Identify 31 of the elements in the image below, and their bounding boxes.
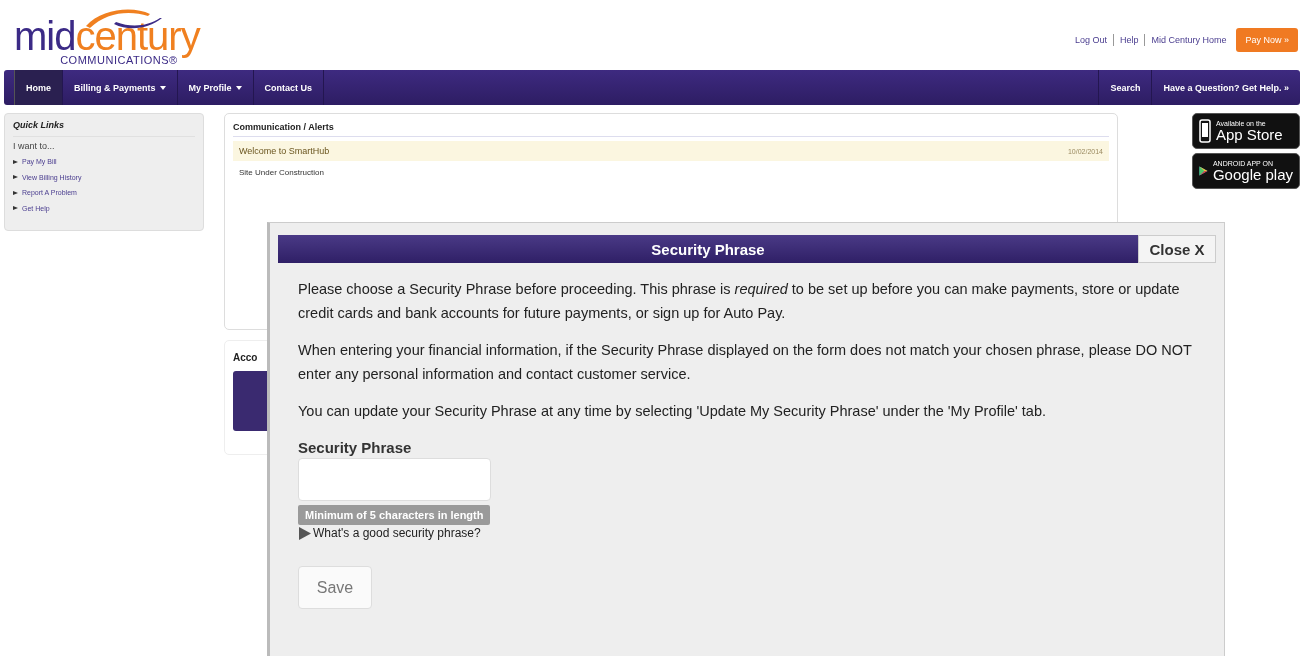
panel-title: Quick Links — [13, 120, 195, 137]
panel-title: Acco — [233, 352, 258, 363]
triangle-icon — [298, 526, 311, 540]
header-link[interactable]: Mid Century Home — [1151, 35, 1227, 45]
nav-link[interactable]: Search — [1098, 70, 1152, 105]
save-button[interactable]: Save — [298, 566, 372, 609]
paragraph: When entering your financial information, if the Security Phrase displayed on the form does not match your chosen phrase, please DO NOT enter any personal information and contact customer service. — [298, 341, 1193, 384]
hint-label: Minimum of 5 characters in length — [298, 505, 491, 525]
nav-tab[interactable]: Billing & Payments — [63, 70, 178, 105]
input-field[interactable] — [298, 458, 491, 501]
alert-row[interactable]: Site Under Construction — [233, 161, 1109, 183]
company-logo: midcentury COMMUNICATIONS® — [14, 6, 200, 66]
nav-link[interactable]: Have a Question? Get Help. » — [1151, 70, 1300, 105]
arrow-icon — [13, 159, 18, 164]
paragraph: You can update your Security Phrase at any time by selecting 'Update My Security Phrase' under the 'My Profile' tab. — [298, 402, 1047, 421]
nav-tab[interactable]: My Profile — [177, 70, 254, 105]
intro-text: I want to... — [13, 141, 56, 151]
panel-title: Communication / Alerts — [233, 122, 1109, 137]
arrow-icon — [13, 175, 18, 180]
arrow-icon — [13, 206, 18, 211]
help-toggle[interactable]: What's a good security phrase? — [298, 526, 1196, 540]
nav-tab[interactable]: Contact Us — [253, 70, 325, 105]
header-link[interactable]: Log Out — [1074, 35, 1107, 45]
arrow-icon — [13, 190, 18, 195]
header-link[interactable]: Help — [1119, 35, 1139, 45]
nav-tab[interactable]: Home — [14, 70, 63, 105]
paragraph: Please choose a Security Phrase before proceeding. This phrase is required to be set up before you can make payments, store or update credit cards and bank accounts for future payments, or sign up for Auto Pay. — [298, 280, 1181, 323]
phone-icon — [1199, 119, 1211, 143]
dialog-title: Security Phrase — [278, 235, 1138, 263]
field-label: Security Phrase — [298, 439, 413, 456]
close-button[interactable]: Close X — [1138, 235, 1216, 263]
